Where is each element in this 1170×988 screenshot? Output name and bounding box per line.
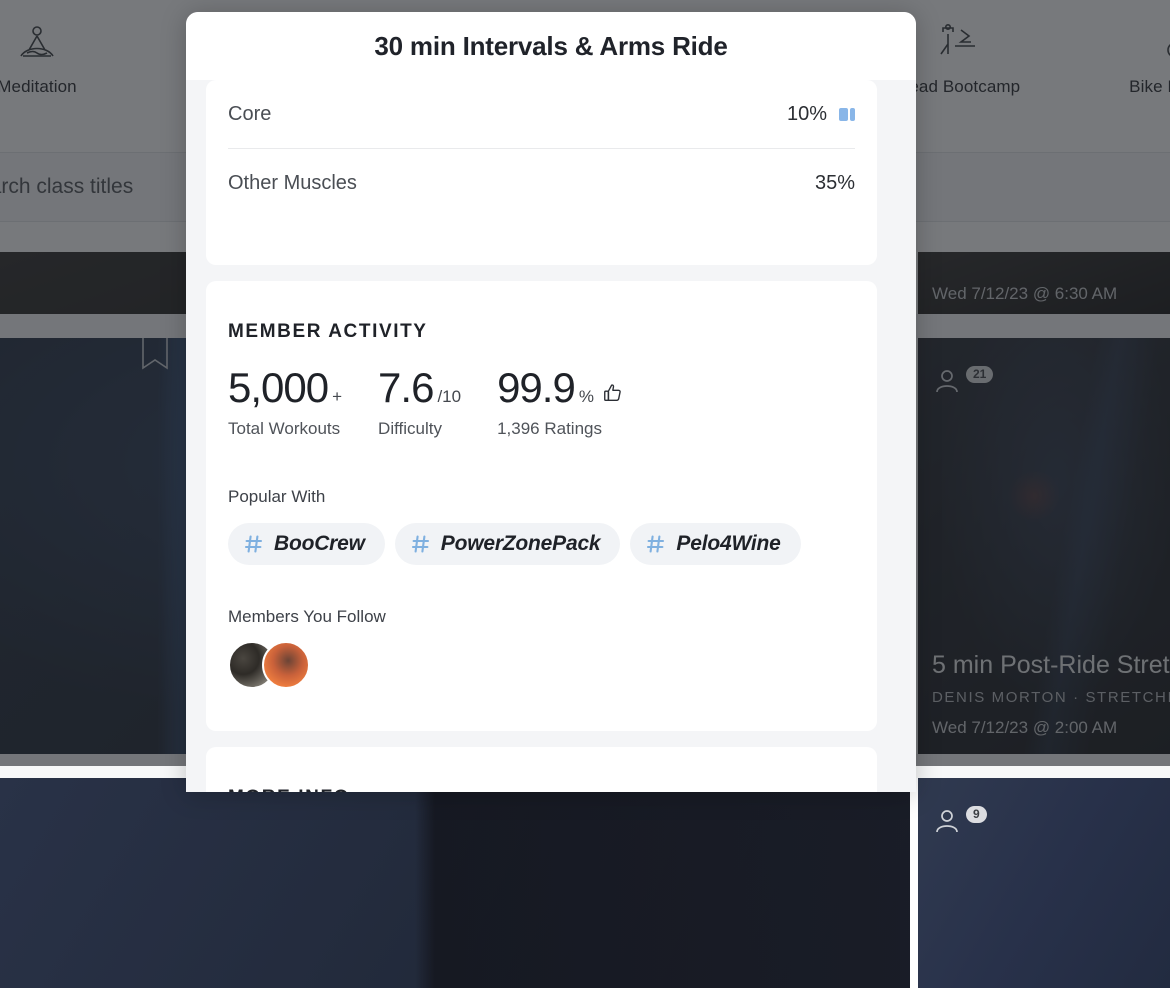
muscle-percent: 10% bbox=[787, 103, 827, 126]
member-activity-heading: MEMBER ACTIVITY bbox=[206, 281, 877, 343]
more-info-card: MORE INFO bbox=[206, 747, 877, 792]
stat-label: Difficulty bbox=[378, 419, 461, 439]
bar-gauge-icon bbox=[839, 108, 855, 121]
muscle-row: Other Muscles 35% bbox=[228, 149, 855, 217]
card-padding bbox=[228, 217, 855, 265]
muscle-value-group: 10% bbox=[787, 103, 855, 126]
muscle-percent: 35% bbox=[815, 172, 855, 195]
avatar[interactable] bbox=[262, 641, 310, 689]
card-image-detail bbox=[0, 778, 910, 988]
modal-header: 30 min Intervals & Arms Ride bbox=[186, 12, 916, 80]
muscle-value-group: 35% bbox=[815, 172, 855, 195]
class-card[interactable]: 9 bbox=[918, 778, 1170, 988]
stat-value-group: 5,000 + bbox=[228, 367, 342, 409]
more-info-heading: MORE INFO bbox=[206, 747, 877, 792]
member-activity-card: MEMBER ACTIVITY 5,000 + Total Workouts 7… bbox=[206, 281, 877, 731]
muscle-name: Core bbox=[228, 103, 271, 126]
tag-chip[interactable]: Pelo4Wine bbox=[630, 523, 800, 565]
modal-title: 30 min Intervals & Arms Ride bbox=[374, 31, 727, 62]
hashtag-icon bbox=[646, 534, 666, 554]
popular-with-tags: BooCrew PowerZonePack bbox=[206, 507, 877, 565]
tag-label: Pelo4Wine bbox=[676, 532, 780, 556]
members-you-follow-label: Members You Follow bbox=[206, 565, 877, 627]
stat-suffix: % bbox=[579, 387, 594, 407]
stat-suffix: + bbox=[332, 387, 342, 407]
people-count-badge: 9 bbox=[932, 806, 987, 836]
stat-ratings: 99.9 % 1,396 Ratings bbox=[497, 367, 624, 439]
stat-value: 5,000 bbox=[228, 367, 328, 409]
muscle-breakdown-card: Core 10% Other Muscles 35% bbox=[206, 80, 877, 265]
stat-difficulty: 7.6 /10 Difficulty bbox=[378, 367, 461, 439]
people-count: 9 bbox=[966, 806, 987, 823]
stat-suffix: /10 bbox=[437, 387, 461, 407]
modal-body[interactable]: Core 10% Other Muscles 35% MEMBER ACTIVI… bbox=[186, 80, 916, 792]
stat-value: 99.9 bbox=[497, 367, 575, 409]
class-card[interactable] bbox=[0, 778, 910, 988]
popular-with-label: Popular With bbox=[206, 439, 877, 507]
muscle-name: Other Muscles bbox=[228, 172, 357, 195]
stat-value-group: 7.6 /10 bbox=[378, 367, 461, 409]
tag-label: PowerZonePack bbox=[441, 532, 601, 556]
stat-value: 7.6 bbox=[378, 367, 433, 409]
tag-chip[interactable]: PowerZonePack bbox=[395, 523, 621, 565]
thumbs-up-icon bbox=[602, 382, 624, 404]
class-detail-modal: 30 min Intervals & Arms Ride Core 10% Ot… bbox=[186, 12, 916, 792]
members-you-follow-avatars bbox=[206, 627, 877, 731]
stat-total-workouts: 5,000 + Total Workouts bbox=[228, 367, 342, 439]
stat-value-group: 99.9 % bbox=[497, 367, 624, 409]
muscle-row: Core 10% bbox=[228, 80, 855, 148]
stats-row: 5,000 + Total Workouts 7.6 /10 Difficult… bbox=[206, 343, 877, 439]
stat-label: Total Workouts bbox=[228, 419, 342, 439]
stat-label: 1,396 Ratings bbox=[497, 419, 624, 439]
hashtag-icon bbox=[244, 534, 264, 554]
hashtag-icon bbox=[411, 534, 431, 554]
tag-label: BooCrew bbox=[274, 532, 365, 556]
tag-chip[interactable]: BooCrew bbox=[228, 523, 385, 565]
